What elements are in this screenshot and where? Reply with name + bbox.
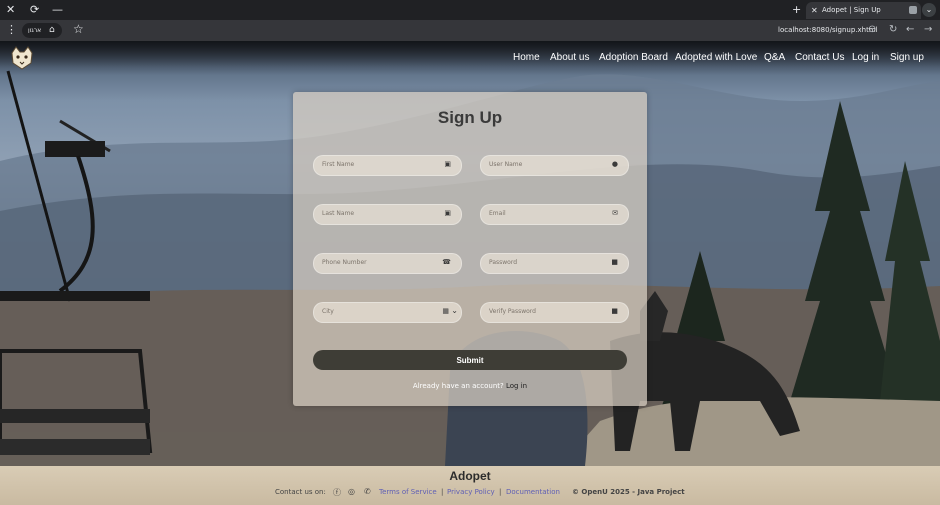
site-info-icon[interactable]: ⊙ — [868, 24, 876, 35]
email-placeholder: Email — [489, 210, 506, 217]
first-name-placeholder: First Name — [322, 161, 355, 168]
terms-link[interactable]: Terms of Service — [379, 488, 437, 496]
footer-title: Adopet — [449, 469, 491, 483]
nav-adoption-board[interactable]: Adoption Board — [599, 52, 668, 63]
adopet-logo[interactable] — [8, 43, 36, 71]
envelope-icon: ✉ — [612, 209, 618, 217]
menu-icon[interactable]: ⋮ — [6, 23, 17, 36]
page-hero: Home About us Adoption Board Adopted wit… — [0, 41, 940, 466]
phone-icon: ☎ — [442, 258, 451, 266]
verify-password-input[interactable]: Verify Password ■ — [480, 302, 629, 323]
already-account-text: Already have an account? Log in — [293, 382, 647, 390]
address-bar-row: ⋮ ארגון ⌂ ☆ localhost:8080/signup.xhtml … — [0, 20, 940, 41]
profile-chip[interactable]: ארגון ⌂ — [22, 23, 62, 38]
nav-sign-up[interactable]: Sign up — [890, 52, 924, 63]
first-name-input[interactable]: First Name ▣ — [313, 155, 462, 176]
refresh-icon[interactable]: ↻ — [889, 24, 897, 35]
lock-icon: ■ — [611, 307, 618, 315]
instagram-icon[interactable]: ◎ — [348, 487, 355, 496]
footer: Adopet Contact us on: ⓕ ◎ ✆ Terms of Ser… — [0, 466, 940, 505]
privacy-link[interactable]: Privacy Policy — [447, 488, 495, 496]
tab-title: Adopet | Sign Up — [822, 6, 881, 14]
signup-title: Sign Up — [437, 108, 503, 127]
bookmark-star-icon[interactable]: ☆ — [73, 22, 84, 36]
last-name-input[interactable]: Last Name ▣ — [313, 204, 462, 225]
chip-label: ארגון — [28, 27, 42, 34]
id-card-icon: ▣ — [444, 209, 451, 217]
facebook-icon[interactable]: ⓕ — [333, 487, 341, 498]
user-name-placeholder: User Name — [489, 161, 523, 168]
chevron-down-icon[interactable]: ⌄ — [451, 306, 458, 315]
whatsapp-icon[interactable]: ✆ — [364, 487, 371, 496]
nav-contact-us[interactable]: Contact Us — [795, 52, 844, 63]
already-account-label: Already have an account? — [412, 382, 504, 390]
footer-separator: | — [499, 488, 502, 496]
home-icon[interactable]: ⌂ — [49, 23, 55, 38]
id-card-icon: ▣ — [444, 160, 451, 168]
tab-search-icon[interactable]: ⌄ — [922, 3, 936, 17]
browser-tab[interactable]: ✕ Adopet | Sign Up — [806, 2, 921, 19]
phone-input[interactable]: Phone Number ☎ — [313, 253, 462, 274]
reload-icon[interactable]: ⟳ — [30, 3, 39, 17]
signup-form: Sign Up First Name ▣ User Name ● Last Na… — [293, 92, 647, 406]
nav-home[interactable]: Home — [513, 52, 540, 63]
browser-tab-bar: ✕ ⟳ — + ✕ Adopet | Sign Up ⌄ — [0, 0, 940, 20]
user-icon: ● — [611, 160, 618, 168]
password-input[interactable]: Password ■ — [480, 253, 629, 274]
login-link[interactable]: Log in — [506, 382, 527, 390]
user-name-input[interactable]: User Name ● — [480, 155, 629, 176]
contact-label: Contact us on: — [275, 488, 326, 496]
city-placeholder: City — [322, 308, 334, 315]
new-tab-icon[interactable]: + — [792, 3, 801, 16]
last-name-placeholder: Last Name — [322, 210, 355, 217]
city-select[interactable]: City ▦ ⌄ — [313, 302, 462, 323]
phone-placeholder: Phone Number — [322, 259, 367, 266]
email-input[interactable]: Email ✉ — [480, 204, 629, 225]
nav-log-in[interactable]: Log in — [852, 52, 879, 63]
tab-favicon-icon — [909, 6, 917, 14]
footer-separator: | — [441, 488, 444, 496]
building-icon: ▦ — [442, 307, 449, 315]
verify-password-placeholder: Verify Password — [489, 308, 536, 315]
nav-about-us[interactable]: About us — [550, 52, 589, 63]
submit-button[interactable]: Submit — [313, 350, 627, 370]
back-icon[interactable]: ← — [906, 24, 914, 35]
nav-qa[interactable]: Q&A — [764, 52, 785, 63]
minimize-icon[interactable]: — — [52, 3, 63, 17]
forward-icon[interactable]: → — [924, 24, 932, 35]
tab-close-icon[interactable]: ✕ — [811, 2, 818, 19]
copyright-text: © OpenU 2025 - Java Project — [572, 488, 685, 496]
lock-icon: ■ — [611, 258, 618, 266]
password-placeholder: Password — [489, 259, 518, 266]
close-window-icon[interactable]: ✕ — [6, 3, 15, 17]
url-text[interactable]: localhost:8080/signup.xhtml — [778, 26, 878, 34]
documentation-link[interactable]: Documentation — [506, 488, 560, 496]
nav-adopted-with-love[interactable]: Adopted with Love — [675, 52, 757, 63]
